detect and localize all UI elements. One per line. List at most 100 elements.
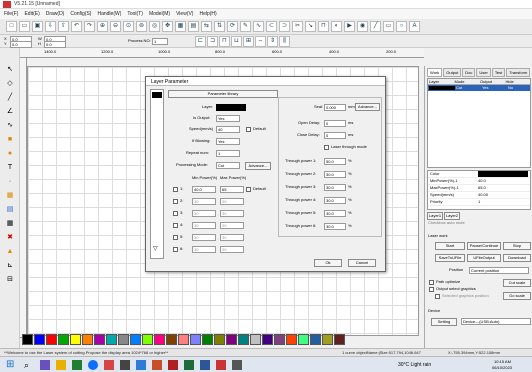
layer2-button[interactable]: Layer2 bbox=[444, 212, 460, 220]
scan-icon[interactable]: ⊟ bbox=[4, 274, 16, 286]
open-delay-input[interactable]: 0 bbox=[324, 120, 346, 127]
palette-color-swatch[interactable] bbox=[322, 334, 333, 345]
ellipse-tool-icon[interactable]: ● bbox=[4, 148, 16, 160]
zoom-fit-icon[interactable]: ⊙ bbox=[123, 21, 134, 32]
weld-icon[interactable]: ⊃ bbox=[279, 21, 290, 32]
tab-transform[interactable]: Transform bbox=[506, 68, 531, 77]
min-power-input[interactable]: 30 bbox=[192, 210, 216, 217]
zoom-select-icon[interactable]: ◎ bbox=[149, 21, 160, 32]
property-value[interactable] bbox=[478, 171, 528, 177]
excel-icon[interactable] bbox=[184, 360, 194, 370]
layer-color-box[interactable] bbox=[216, 104, 246, 111]
property-value[interactable]: 40.00 bbox=[478, 192, 528, 198]
search-icon[interactable]: ⌕ bbox=[24, 360, 34, 370]
palette-color-swatch[interactable] bbox=[166, 334, 177, 345]
through-power-input[interactable]: 30.0 bbox=[324, 184, 346, 191]
power-row-checkbox[interactable] bbox=[173, 223, 178, 228]
menu-item-0[interactable]: File(F) bbox=[4, 11, 18, 17]
max-power-input[interactable]: 30 bbox=[220, 246, 244, 253]
download-button[interactable]: Download bbox=[503, 254, 531, 262]
power-row-checkbox[interactable] bbox=[173, 199, 178, 204]
stop-button[interactable]: Stop bbox=[503, 242, 531, 250]
table-row[interactable]: Cut Yes No bbox=[428, 85, 530, 91]
max-power-input[interactable]: 30 bbox=[220, 234, 244, 241]
grid-icon[interactable]: ▦ bbox=[175, 21, 186, 32]
palette-color-swatch[interactable] bbox=[286, 334, 297, 345]
palette-color-swatch[interactable] bbox=[274, 334, 285, 345]
process-no-input[interactable]: 1 bbox=[152, 38, 168, 45]
palette-color-swatch[interactable] bbox=[178, 334, 189, 345]
seal-input[interactable]: 0.000 bbox=[324, 104, 346, 111]
laser-through-checkbox[interactable] bbox=[324, 145, 329, 150]
ufile-output-button[interactable]: UFileOutput bbox=[467, 254, 501, 262]
align-left-icon[interactable]: ⊏ bbox=[195, 36, 206, 47]
grid-tool-icon[interactable]: ▦ bbox=[4, 218, 16, 230]
property-value[interactable]: 40.0 bbox=[478, 178, 528, 184]
ok-button[interactable]: Ok bbox=[314, 259, 342, 267]
delete-icon[interactable]: ✖ bbox=[4, 232, 16, 244]
selected-graphics-checkbox[interactable] bbox=[435, 294, 440, 299]
menu-item-2[interactable]: Draw(D) bbox=[46, 11, 65, 17]
edge-icon[interactable] bbox=[88, 360, 98, 370]
windows-start-icon[interactable]: ⊞ bbox=[6, 360, 16, 370]
tab-test[interactable]: Test bbox=[491, 68, 506, 77]
rotate-icon[interactable]: ⟳ bbox=[227, 21, 238, 32]
camera-icon[interactable]: ◉ bbox=[357, 21, 368, 32]
palette-color-swatch[interactable] bbox=[130, 334, 141, 345]
tab-output[interactable]: Output bbox=[443, 68, 462, 77]
speed-input[interactable]: 40 bbox=[216, 126, 240, 133]
palette-color-swatch[interactable] bbox=[82, 334, 93, 345]
parameter-library-button[interactable]: Parameter library bbox=[168, 90, 278, 98]
zoom-page-icon[interactable]: ⊚ bbox=[136, 21, 147, 32]
layer-list[interactable]: ▽ bbox=[150, 89, 164, 259]
image-tool-icon[interactable]: ▦ bbox=[4, 190, 16, 202]
is-output-select[interactable]: Yes bbox=[216, 115, 240, 122]
power-default-checkbox[interactable] bbox=[246, 187, 251, 192]
ellipse-tool-icon[interactable]: ○ bbox=[396, 21, 407, 32]
max-power-input[interactable]: 30 bbox=[220, 222, 244, 229]
tab-user[interactable]: User bbox=[476, 68, 491, 77]
y-input[interactable]: 0.0 bbox=[10, 41, 32, 48]
palette-color-swatch[interactable] bbox=[142, 334, 153, 345]
min-power-input[interactable]: 30 bbox=[192, 222, 216, 229]
palette-color-swatch[interactable] bbox=[118, 334, 129, 345]
distribute-icon[interactable]: ⫼ bbox=[279, 36, 290, 47]
start-button[interactable]: Start bbox=[435, 242, 465, 250]
close-curve-icon[interactable]: ⊂ bbox=[266, 21, 277, 32]
if-blowing-select[interactable]: Yes bbox=[216, 138, 240, 145]
position-select[interactable]: Current position bbox=[469, 267, 529, 274]
word-icon[interactable] bbox=[200, 360, 210, 370]
cancel-button[interactable]: Cancel bbox=[348, 259, 376, 267]
min-power-input[interactable]: 30 bbox=[192, 198, 216, 205]
palette-color-swatch[interactable] bbox=[262, 334, 273, 345]
align-right-icon[interactable]: ⊐ bbox=[207, 36, 218, 47]
device-select[interactable]: Device---(USB:Auto) bbox=[461, 318, 531, 325]
node-tool-icon[interactable]: ◇ bbox=[4, 78, 16, 90]
property-value[interactable]: 65.0 bbox=[478, 185, 528, 191]
rectangle-tool-icon[interactable]: ■ bbox=[4, 134, 16, 146]
point-tool-icon[interactable]: · bbox=[4, 176, 16, 188]
seal-advance-button[interactable]: Advance... bbox=[355, 103, 380, 111]
layer1-button[interactable]: Layer1 bbox=[427, 212, 443, 220]
palette-color-swatch[interactable] bbox=[298, 334, 309, 345]
node-edit-icon[interactable]: ✎ bbox=[240, 21, 251, 32]
min-power-input[interactable]: 30 bbox=[192, 234, 216, 241]
through-power-input[interactable]: 30.0 bbox=[324, 171, 346, 178]
processing-mode-select[interactable]: Cut bbox=[216, 162, 240, 169]
app-icon-orange[interactable] bbox=[152, 360, 162, 370]
app-icon-blue[interactable] bbox=[136, 360, 146, 370]
align-bottom-icon[interactable]: ⊔ bbox=[231, 36, 242, 47]
power-row-checkbox[interactable] bbox=[173, 187, 178, 192]
tab-doc[interactable]: Doc bbox=[462, 68, 476, 77]
lead-in-icon[interactable]: ↘ bbox=[305, 21, 316, 32]
menu-item-8[interactable]: Help(H) bbox=[199, 11, 216, 17]
export-icon[interactable]: ⇧ bbox=[58, 21, 69, 32]
zoom-in-icon[interactable]: ⊕ bbox=[97, 21, 108, 32]
menu-item-4[interactable]: Handle(W) bbox=[97, 11, 121, 17]
app-icon-dark[interactable] bbox=[120, 360, 130, 370]
max-power-input[interactable]: 30 bbox=[220, 210, 244, 217]
save-to-ufile-button[interactable]: SaveToUFile bbox=[435, 254, 465, 262]
align-top-icon[interactable]: ⊓ bbox=[219, 36, 230, 47]
same-width-icon[interactable]: ⇔ bbox=[255, 36, 266, 47]
path-optimize-checkbox[interactable] bbox=[429, 280, 434, 285]
